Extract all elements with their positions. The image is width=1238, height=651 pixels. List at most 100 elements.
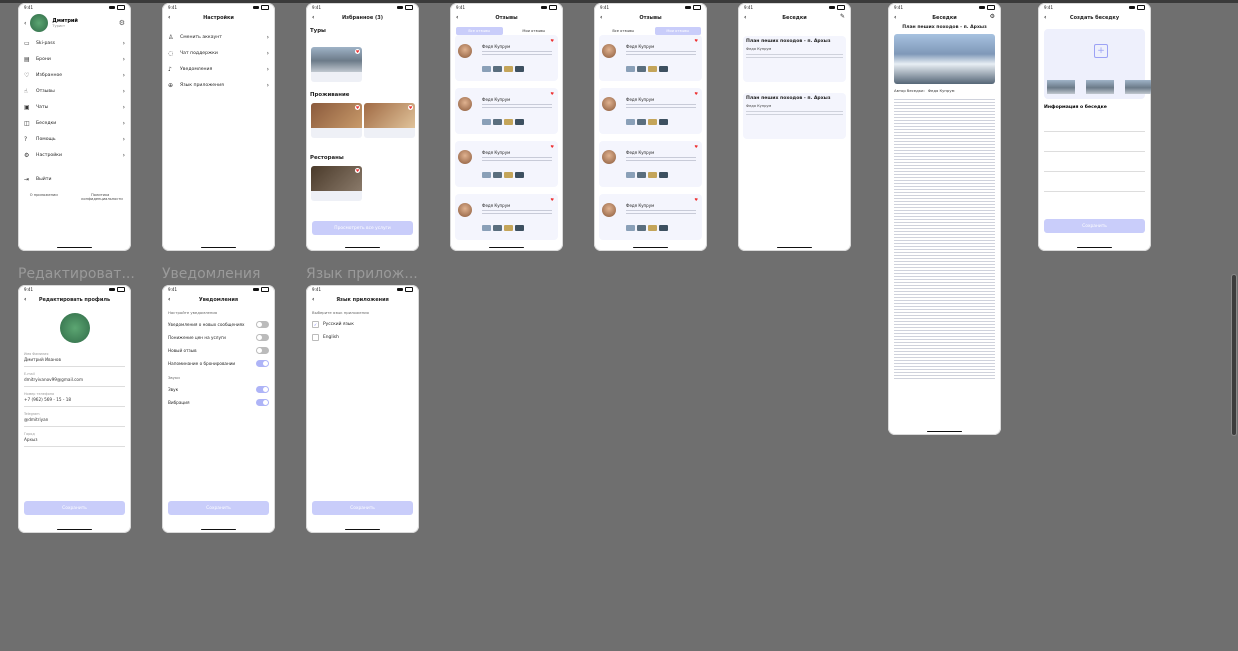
frame-create-chat[interactable]: 9:41 ‹ Создать беседку + Информация о бес…	[1038, 3, 1151, 251]
back-icon[interactable]: ‹	[600, 14, 602, 21]
privacy-link[interactable]: Политика конфиденциальности	[81, 193, 123, 201]
toggle-switch[interactable]	[256, 360, 269, 367]
photo-thumb[interactable]	[648, 225, 657, 231]
heart-icon[interactable]: ♥	[694, 38, 698, 43]
frame-edit-profile[interactable]: 9:41 ‹ Редактировать профиль Имя Фамилия Д…	[18, 285, 131, 533]
frame-reviews-all[interactable]: 9:41 ‹ Отзывы Все отзывы Мои отзывы Федя К…	[450, 3, 563, 251]
add-image-icon[interactable]: +	[1094, 44, 1108, 58]
photo-thumb[interactable]	[637, 119, 646, 125]
heart-icon[interactable]: ♥	[694, 91, 698, 96]
frame-settings[interactable]: 9:41 ‹ Настройки ♙ Сменить аккаунт › ◌ Чат по…	[162, 3, 275, 251]
tour-card[interactable]: ♥	[311, 47, 362, 82]
menu-item[interactable]: ? Помощь ›	[18, 131, 131, 147]
review-card[interactable]: Федя Купрум ♥	[455, 141, 558, 187]
photo-thumb[interactable]	[515, 119, 524, 125]
back-icon[interactable]: ‹	[1044, 14, 1046, 21]
heart-icon[interactable]: ♥	[694, 197, 698, 202]
profile-field[interactable]: Город Архыз	[24, 427, 125, 447]
frame-language[interactable]: 9:41 ‹ Язык приложения Выберите язык прил…	[306, 285, 419, 533]
housing-card[interactable]: ♥	[311, 103, 362, 138]
heart-icon[interactable]: ♥	[550, 197, 554, 202]
heart-icon[interactable]: ♥	[355, 105, 360, 110]
photo-thumb[interactable]	[515, 66, 524, 72]
image-thumb[interactable]	[1086, 80, 1114, 94]
image-thumb[interactable]	[1047, 80, 1075, 94]
text-field[interactable]	[1044, 132, 1145, 152]
frame-chat-detail[interactable]: 9:41 ‹ Беседки ⚙ План пеших походов - п. А…	[888, 3, 1001, 435]
heart-icon[interactable]: ♥	[694, 144, 698, 149]
heart-icon[interactable]: ♥	[355, 168, 360, 173]
photo-thumb[interactable]	[626, 172, 635, 178]
photo-thumb[interactable]	[504, 119, 513, 125]
frame-notifications[interactable]: 9:41 ‹ Уведомления Настройте уведомления …	[162, 285, 275, 533]
checkbox[interactable]: ✓	[312, 321, 319, 328]
logout-button[interactable]: ⇥ Выйти	[18, 171, 131, 187]
save-button[interactable]: Сохранить	[1044, 219, 1145, 233]
photo-thumb[interactable]	[637, 225, 646, 231]
toggle-switch[interactable]	[256, 386, 269, 393]
photo-thumb[interactable]	[482, 66, 491, 72]
settings-item[interactable]: ⊕ Язык приложения ›	[162, 77, 275, 93]
photo-thumb[interactable]	[648, 66, 657, 72]
avatar[interactable]	[59, 313, 90, 343]
image-thumb[interactable]	[1125, 80, 1151, 94]
tab-my-reviews[interactable]: Мои отзывы	[511, 27, 558, 35]
heart-icon[interactable]: ♥	[408, 105, 413, 110]
language-option[interactable]: ✓ Русский язык	[306, 318, 419, 331]
vertical-scrollbar[interactable]	[1230, 274, 1238, 436]
photo-thumb[interactable]	[659, 119, 668, 125]
photo-thumb[interactable]	[626, 119, 635, 125]
profile-field[interactable]: Имя Фамилия Дмитрий Иванов	[24, 347, 125, 367]
profile-field[interactable]: E-mail dmitryivanov99@gmail.com	[24, 367, 125, 387]
frame-chat-list[interactable]: 9:41 ‹ Беседки ✎ План пеших походов - п. А…	[738, 3, 851, 251]
text-field[interactable]	[1044, 172, 1145, 192]
tab-my-reviews[interactable]: Мои отзывы	[654, 27, 701, 35]
frame-favorites[interactable]: 9:41 ‹ Избранное (3) Туры ♥ Проживание ♥ …	[306, 3, 419, 251]
toggle-switch[interactable]	[256, 347, 269, 354]
settings-item[interactable]: ♪ Уведомления ›	[162, 61, 275, 77]
chat-card[interactable]: План пеших походов - п. Архыз Федя Купру…	[743, 36, 846, 82]
photo-thumb[interactable]	[648, 172, 657, 178]
photo-thumb[interactable]	[659, 225, 668, 231]
menu-item[interactable]: ▭ Ski-pass ›	[18, 35, 131, 51]
save-button[interactable]: Сохранить	[168, 501, 269, 515]
settings-item[interactable]: ♙ Сменить аккаунт ›	[162, 29, 275, 45]
photo-thumb[interactable]	[493, 225, 502, 231]
settings-item[interactable]: ◌ Чат поддержки ›	[162, 45, 275, 61]
scrollbar-thumb[interactable]	[1231, 274, 1237, 436]
back-icon[interactable]: ‹	[456, 14, 458, 21]
back-icon[interactable]: ‹	[168, 296, 170, 303]
back-icon[interactable]: ‹	[168, 14, 170, 21]
heart-icon[interactable]: ♥	[355, 49, 360, 54]
photo-thumb[interactable]	[637, 66, 646, 72]
photo-thumb[interactable]	[659, 66, 668, 72]
back-icon[interactable]: ‹	[744, 14, 746, 21]
photo-thumb[interactable]	[482, 119, 491, 125]
language-option[interactable]: English	[306, 331, 419, 344]
toggle-switch[interactable]	[256, 334, 269, 341]
frame-menu[interactable]: 9:41 ‹ Дмитрий Турист ⚙ ▭ Ski-pass › ▤ Брони…	[18, 3, 131, 251]
photo-thumb[interactable]	[504, 172, 513, 178]
heart-icon[interactable]: ♥	[550, 38, 554, 43]
photo-thumb[interactable]	[493, 119, 502, 125]
review-card[interactable]: Федя Купрум ♥	[599, 141, 702, 187]
back-icon[interactable]: ‹	[24, 296, 26, 303]
photo-thumb[interactable]	[504, 66, 513, 72]
profile-header[interactable]: ‹ Дмитрий Турист ⚙	[18, 11, 131, 35]
profile-field[interactable]: Telegram @dmitriyan	[24, 407, 125, 427]
review-card[interactable]: Федя Купрум ♥	[599, 194, 702, 240]
photo-thumb[interactable]	[493, 66, 502, 72]
checkbox[interactable]	[312, 334, 319, 341]
photo-thumb[interactable]	[626, 66, 635, 72]
photo-thumb[interactable]	[493, 172, 502, 178]
view-all-button[interactable]: Просмотреть все услуги	[312, 221, 413, 235]
back-icon[interactable]: ‹	[24, 20, 26, 27]
menu-item[interactable]: ◫ Беседки ›	[18, 115, 131, 131]
photo-thumb[interactable]	[648, 119, 657, 125]
photo-thumb[interactable]	[515, 225, 524, 231]
profile-field[interactable]: Номер телефона +7 (962) 569 - 15 - 18	[24, 387, 125, 407]
review-card[interactable]: Федя Купрум ♥	[599, 35, 702, 81]
photo-thumb[interactable]	[504, 225, 513, 231]
toggle-switch[interactable]	[256, 399, 269, 406]
tab-all-reviews[interactable]: Все отзывы	[456, 27, 503, 35]
